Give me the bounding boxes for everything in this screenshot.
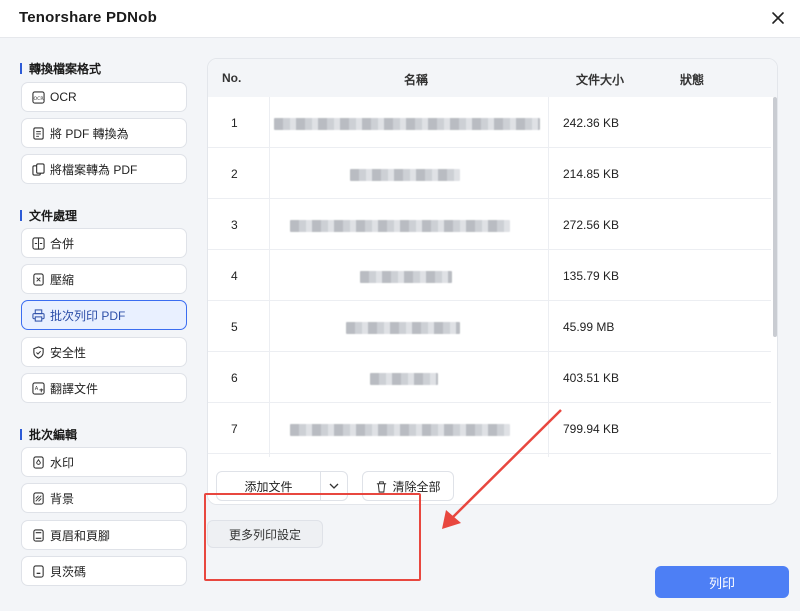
sidebar-item-bates[interactable]: 貝茨碼 bbox=[21, 556, 187, 586]
close-icon bbox=[772, 12, 784, 24]
sidebar-item-label: 翻譯文件 bbox=[50, 381, 99, 396]
close-button[interactable] bbox=[768, 8, 788, 28]
table-row[interactable]: 4 135.79 KB bbox=[208, 250, 771, 301]
sidebar-item-label: 頁眉和頁腳 bbox=[50, 528, 111, 543]
sidebar-item-compress[interactable]: 壓縮 bbox=[21, 264, 187, 294]
table-scrollbar[interactable] bbox=[773, 97, 777, 337]
sidebar-item-label: 壓縮 bbox=[50, 272, 75, 287]
file-name-redacted bbox=[360, 271, 452, 283]
sidebar-item-ocr[interactable]: OCR OCR bbox=[21, 82, 187, 112]
section-header-convert: 轉換檔案格式 bbox=[20, 60, 101, 77]
sidebar-item-batch-print[interactable]: 批次列印 PDF bbox=[21, 300, 187, 330]
sidebar-item-translate[interactable]: A 翻譯文件 bbox=[21, 373, 187, 403]
merge-icon bbox=[32, 236, 45, 250]
file-name-redacted bbox=[290, 424, 510, 436]
file-name-redacted bbox=[290, 220, 510, 232]
header-footer-icon bbox=[33, 528, 44, 542]
file-name-redacted bbox=[350, 169, 460, 181]
file-to-pdf-icon bbox=[32, 162, 45, 176]
add-file-dropdown[interactable] bbox=[321, 483, 347, 489]
sidebar-item-security[interactable]: 安全性 bbox=[21, 337, 187, 367]
sidebar-item-label: 背景 bbox=[50, 491, 75, 506]
sidebar-item-background[interactable]: 背景 bbox=[21, 483, 187, 513]
ocr-icon: OCR bbox=[32, 90, 45, 104]
sidebar-item-label: OCR bbox=[50, 90, 77, 104]
print-button[interactable]: 列印 bbox=[655, 566, 789, 598]
background-icon bbox=[33, 491, 44, 505]
table-row[interactable]: 7 799.94 KB bbox=[208, 403, 771, 454]
title-bar: Tenorshare PDNob bbox=[0, 0, 800, 38]
sidebar-item-merge[interactable]: 合併 bbox=[21, 228, 187, 258]
app-title: Tenorshare PDNob bbox=[19, 9, 157, 26]
bates-icon bbox=[33, 564, 44, 578]
sidebar-item-label: 水印 bbox=[50, 455, 75, 470]
sidebar-item-label: 將 PDF 轉換為 bbox=[50, 126, 129, 141]
table-row[interactable]: 3 272.56 KB bbox=[208, 199, 771, 250]
file-name-redacted bbox=[370, 373, 438, 385]
sidebar-item-watermark[interactable]: 水印 bbox=[21, 447, 187, 477]
file-name-redacted bbox=[346, 322, 460, 334]
sidebar-item-file-to-pdf[interactable]: 將檔案轉為 PDF bbox=[21, 154, 187, 184]
sidebar: 轉換檔案格式 OCR OCR 將 PDF 轉換為 將檔案轉為 PDF 文件處理 … bbox=[0, 39, 196, 611]
svg-text:A: A bbox=[35, 385, 39, 391]
file-name-redacted bbox=[274, 118, 540, 130]
sidebar-item-label: 批次列印 PDF bbox=[50, 308, 126, 323]
shield-icon bbox=[33, 345, 44, 359]
table-row[interactable]: 5 45.99 MB bbox=[208, 301, 771, 352]
compress-icon bbox=[33, 272, 44, 286]
annotation-highlight-box bbox=[204, 493, 421, 581]
pdf-convert-icon bbox=[33, 126, 44, 140]
chevron-down-icon bbox=[329, 483, 339, 489]
table-row[interactable]: 2 214.85 KB bbox=[208, 148, 771, 199]
table-header: No. 名稱 文件大小 狀態 bbox=[208, 59, 777, 97]
column-header-status: 狀態 bbox=[680, 73, 705, 87]
section-header-document: 文件處理 bbox=[20, 207, 77, 224]
trash-icon bbox=[377, 480, 387, 493]
file-table-panel: No. 名稱 文件大小 狀態 1 242.36 KB 2 214.85 KB 3… bbox=[207, 58, 778, 505]
sidebar-item-header-footer[interactable]: 頁眉和頁腳 bbox=[21, 520, 187, 550]
sidebar-item-label: 合併 bbox=[50, 236, 75, 251]
watermark-icon bbox=[33, 455, 44, 469]
column-header-size: 文件大小 bbox=[576, 73, 625, 87]
column-header-no: No. bbox=[222, 71, 242, 85]
table-row[interactable]: 1 242.36 KB bbox=[208, 97, 771, 148]
translate-icon: A bbox=[32, 381, 45, 395]
app-window: Tenorshare PDNob 轉換檔案格式 OCR OCR 將 PDF 轉換… bbox=[0, 0, 800, 611]
column-header-name: 名稱 bbox=[404, 73, 429, 87]
printer-icon bbox=[32, 308, 45, 322]
sidebar-item-label: 將檔案轉為 PDF bbox=[50, 162, 138, 177]
section-header-batch-edit: 批次編輯 bbox=[20, 426, 77, 443]
sidebar-item-pdf-convert[interactable]: 將 PDF 轉換為 bbox=[21, 118, 187, 148]
sidebar-item-label: 貝茨碼 bbox=[50, 564, 87, 579]
sidebar-item-label: 安全性 bbox=[50, 345, 87, 360]
svg-text:OCR: OCR bbox=[33, 95, 44, 101]
table-row[interactable]: 6 403.51 KB bbox=[208, 352, 771, 403]
